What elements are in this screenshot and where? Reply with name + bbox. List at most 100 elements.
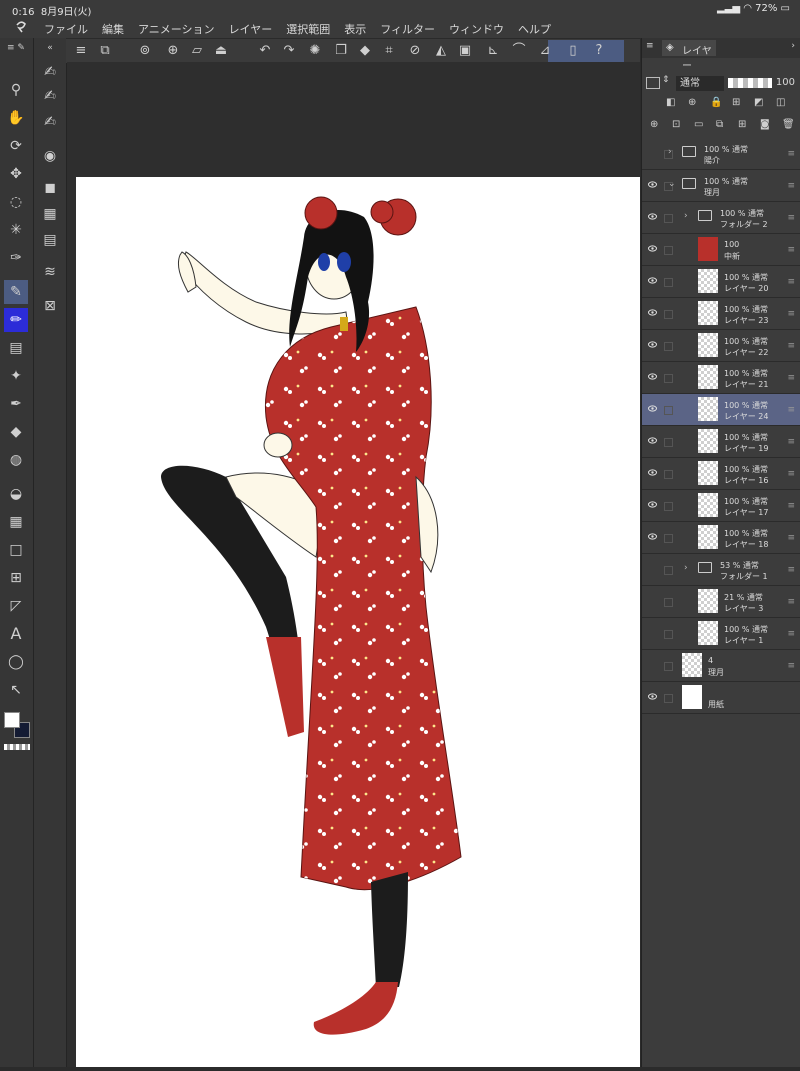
visibility-eye-icon[interactable] xyxy=(648,181,657,188)
menu-item[interactable]: ファイル xyxy=(44,21,88,37)
decoration-tool-icon[interactable]: ✒ xyxy=(4,392,28,416)
layer-select-checkbox[interactable] xyxy=(664,502,673,511)
panel-grip-icon[interactable]: ≡ xyxy=(646,41,654,51)
layer-drag-handle-icon[interactable]: ≡ xyxy=(787,181,795,191)
menu-item[interactable]: レイヤー xyxy=(229,21,273,37)
pen-subtool-2-icon[interactable]: ✍ xyxy=(38,84,62,108)
eraser-tool-icon[interactable]: ◆ xyxy=(4,420,28,444)
layer-drag-handle-icon[interactable]: ≡ xyxy=(787,213,795,223)
layer-row[interactable]: 4 理月 ≡ xyxy=(642,650,800,682)
blend-tool-icon[interactable]: ◍ xyxy=(4,448,28,472)
layer-mask-icon[interactable]: ◙ xyxy=(760,119,770,130)
menu-item[interactable]: 表示 xyxy=(344,21,366,37)
new-folder-icon[interactable]: ▭ xyxy=(694,119,703,130)
chevron-right-icon[interactable]: › xyxy=(668,147,672,157)
layer-row[interactable]: 100 % 通常 レイヤー 18 ≡ xyxy=(642,522,800,554)
new-vector-layer-icon[interactable]: ⊡ xyxy=(672,119,680,130)
layer-drag-handle-icon[interactable]: ≡ xyxy=(787,309,795,319)
layer-select-checkbox[interactable] xyxy=(664,310,673,319)
layer-drag-handle-icon[interactable]: ≡ xyxy=(787,405,795,415)
layer-select-checkbox[interactable] xyxy=(664,566,673,575)
shape-tool-icon[interactable]: □ xyxy=(4,538,28,562)
layer-drag-handle-icon[interactable]: ≡ xyxy=(787,469,795,479)
layer-row[interactable]: 100 % 通常 レイヤー 17 ≡ xyxy=(642,490,800,522)
visibility-eye-icon[interactable] xyxy=(648,405,657,412)
layer-select-checkbox[interactable] xyxy=(664,278,673,287)
layer-folder-row[interactable]: › 100 % 通常 陽介 ≡ xyxy=(642,138,800,170)
help-icon[interactable]: ? xyxy=(590,42,608,60)
copy-icon[interactable]: ❐ xyxy=(332,42,350,60)
layer-select-checkbox[interactable] xyxy=(664,374,673,383)
visibility-eye-icon[interactable] xyxy=(648,277,657,284)
palette-grip-icon[interactable]: ≡ ✎ xyxy=(4,42,28,54)
collapse-icon[interactable]: « xyxy=(38,42,62,54)
layer-color-stepper-icon[interactable]: ⇕ xyxy=(662,75,670,85)
ruler-tool-icon[interactable]: ◸ xyxy=(4,594,28,618)
panel-expand-icon[interactable]: › xyxy=(791,41,795,51)
subtool-settings-icon[interactable]: ◉ xyxy=(38,144,62,168)
tab-layer[interactable]: ◈ レイヤー xyxy=(662,40,716,72)
layer-row[interactable]: 100 % 通常 レイヤー 20 ≡ xyxy=(642,266,800,298)
open-icon[interactable]: ▱ xyxy=(188,42,206,60)
app-logo-icon[interactable] xyxy=(14,20,28,34)
layer-select-checkbox[interactable] xyxy=(664,630,673,639)
layer-select-checkbox[interactable] xyxy=(664,534,673,543)
layer-drag-handle-icon[interactable]: ≡ xyxy=(787,629,795,639)
layer-select-checkbox[interactable] xyxy=(664,246,673,255)
layer-select-checkbox[interactable] xyxy=(664,214,673,223)
layer-color-icon[interactable] xyxy=(646,77,660,89)
visibility-eye-icon[interactable] xyxy=(648,693,657,700)
magic-wand-tool-icon[interactable]: ✳ xyxy=(4,218,28,242)
menu-item[interactable]: 編集 xyxy=(102,21,124,37)
redo-icon[interactable]: ↷ xyxy=(280,42,298,60)
opacity-slider[interactable] xyxy=(728,78,772,88)
invert-icon[interactable]: ◭ xyxy=(432,42,450,60)
undo-icon[interactable]: ↶ xyxy=(256,42,274,60)
blend-mode-select[interactable]: 通常 xyxy=(676,76,724,91)
move-tool-icon[interactable]: ✥ xyxy=(4,162,28,186)
layer-select-checkbox[interactable] xyxy=(664,598,673,607)
subtool-detail-icon[interactable]: ▦ xyxy=(38,202,62,226)
layer-folder-row[interactable]: ⌄ 100 % 通常 理月 ≡ xyxy=(642,170,800,202)
pen-subtool-1-icon[interactable]: ✍ xyxy=(38,60,62,84)
layer-row[interactable]: 21 % 通常 レイヤー 3 ≡ xyxy=(642,586,800,618)
layer-row[interactable]: 100 % 通常 レイヤー 24 ≡ xyxy=(642,394,800,426)
frame-tool-icon[interactable]: ⊞ xyxy=(4,566,28,590)
layer-row[interactable]: 100 % 通常 レイヤー 22 ≡ xyxy=(642,330,800,362)
balloon-tool-icon[interactable]: ◯ xyxy=(4,650,28,674)
lock-icon[interactable]: 🔒 xyxy=(710,97,722,108)
layer-row[interactable]: 100 % 通常 レイヤー 16 ≡ xyxy=(642,458,800,490)
layer-select-checkbox[interactable] xyxy=(664,342,673,351)
layer-drag-handle-icon[interactable]: ≡ xyxy=(787,661,795,671)
delete-layer-icon[interactable]: 🗑 xyxy=(782,119,795,130)
layer-drag-handle-icon[interactable]: ≡ xyxy=(787,341,795,351)
duplicate-layer-icon[interactable]: ⧉ xyxy=(716,119,723,130)
layer-drag-handle-icon[interactable]: ≡ xyxy=(787,245,795,255)
main-color-swatch[interactable] xyxy=(4,712,20,728)
layer-drag-handle-icon[interactable]: ≡ xyxy=(787,149,795,159)
new-canvas-icon[interactable]: ⧉ xyxy=(96,42,114,60)
snap-grid-icon[interactable]: ⊿ xyxy=(536,42,554,60)
new-file-icon[interactable]: ⊕ xyxy=(164,42,182,60)
pencil-tool-icon[interactable]: ✏ xyxy=(4,308,28,332)
layer-drag-handle-icon[interactable]: ≡ xyxy=(787,533,795,543)
subtool-layer-icon[interactable]: ≋ xyxy=(38,260,62,284)
menu-item[interactable]: ヘルプ xyxy=(518,21,551,37)
layer-row[interactable]: 100 % 通常 レイヤー 23 ≡ xyxy=(642,298,800,330)
subtool-property-icon[interactable]: ◼ xyxy=(38,176,62,200)
menu-item[interactable]: 選択範囲 xyxy=(286,21,330,37)
deselect-icon[interactable]: ⊘ xyxy=(406,42,424,60)
layer-select-checkbox[interactable] xyxy=(664,438,673,447)
hand-tool-icon[interactable]: ✋ xyxy=(4,106,28,130)
layer-row[interactable]: 100 % 通常 レイヤー 21 ≡ xyxy=(642,362,800,394)
clip-icon[interactable]: ◧ xyxy=(666,97,675,108)
canvas-settings-icon[interactable]: ⊚ xyxy=(136,42,154,60)
visibility-eye-icon[interactable] xyxy=(648,213,657,220)
layer-drag-handle-icon[interactable]: ≡ xyxy=(787,565,795,575)
rotate-tool-icon[interactable]: ⟳ xyxy=(4,134,28,158)
fill-command-icon[interactable]: ◆ xyxy=(356,42,374,60)
layer-row[interactable]: 用紙 xyxy=(642,682,800,714)
zoom-tool-icon[interactable]: ⚲ xyxy=(4,78,28,102)
layer-row[interactable]: 100 中新 ≡ xyxy=(642,234,800,266)
chevron-right-icon[interactable]: › xyxy=(684,563,688,573)
